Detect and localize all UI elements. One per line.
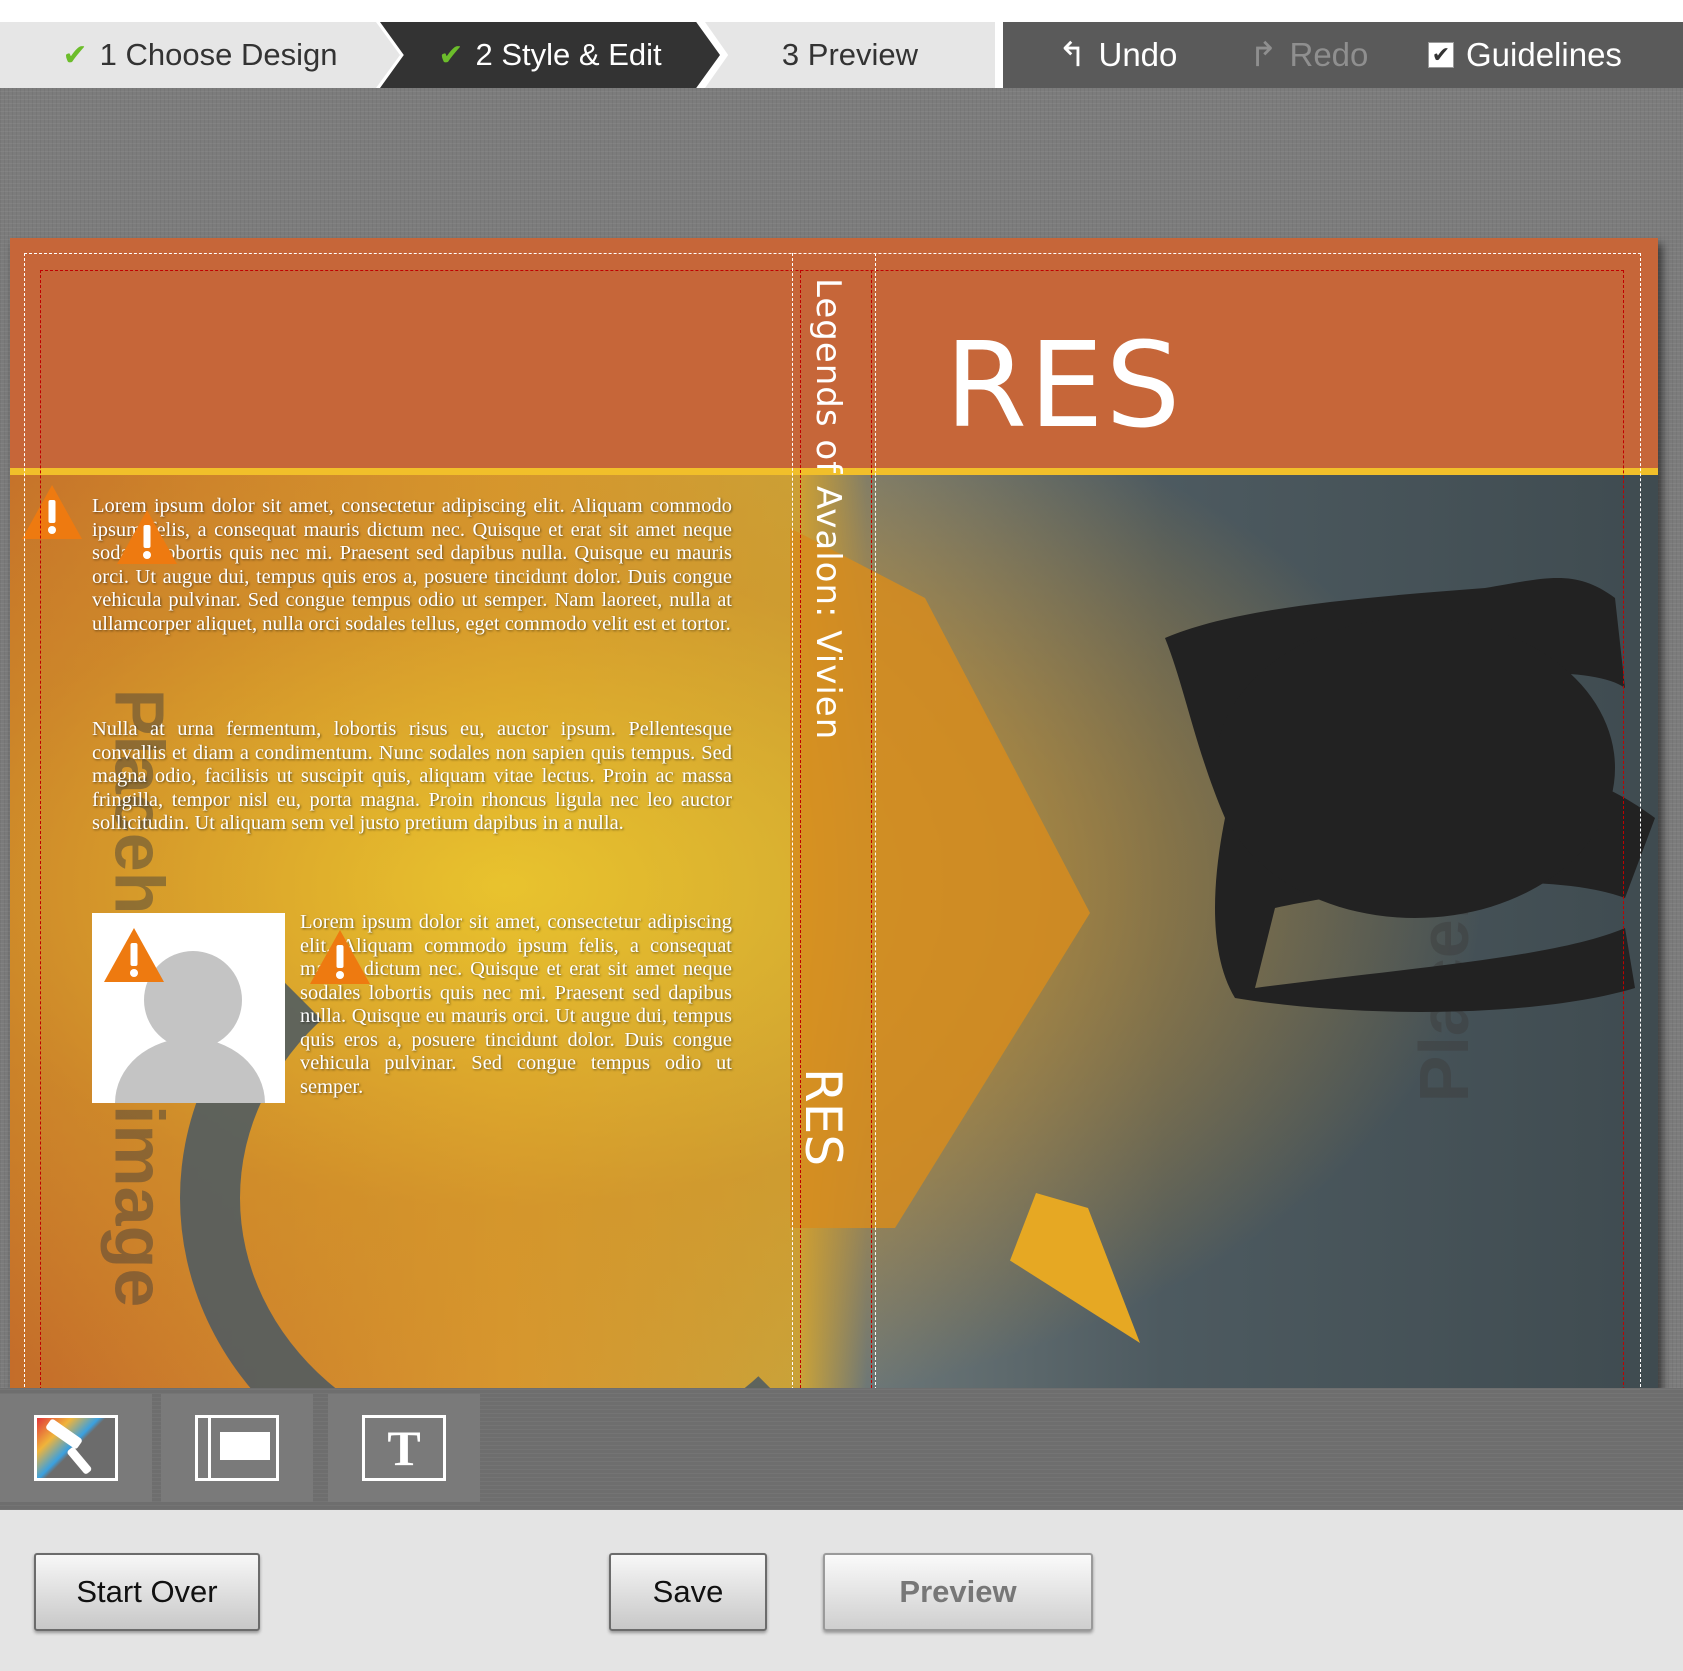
step-choose-design[interactable]: ✔ 1 Choose Design xyxy=(0,22,400,88)
start-over-button[interactable]: Start Over xyxy=(34,1553,260,1631)
redaction-scribble xyxy=(1165,578,1655,1012)
redo-label: Redo xyxy=(1289,36,1369,73)
step-number: 3 xyxy=(781,37,800,72)
warning-triangle-icon[interactable] xyxy=(115,508,179,566)
step-label: Style & Edit xyxy=(501,37,662,72)
spine-title[interactable]: Legends of Avalon: Vivien xyxy=(800,278,860,798)
spine-short-title[interactable]: RES xyxy=(794,1068,860,1218)
step-label: Choose Design xyxy=(125,37,338,72)
check-icon: ✔ xyxy=(62,37,88,73)
avatar-placeholder-body xyxy=(115,1038,265,1103)
warning-triangle-icon[interactable] xyxy=(308,928,372,986)
preview-button[interactable]: Preview xyxy=(823,1553,1093,1631)
warning-triangle-icon[interactable] xyxy=(102,926,166,984)
text-icon: T xyxy=(362,1415,446,1481)
guidelines-toggle[interactable]: ✔ Guidelines xyxy=(1428,36,1622,74)
front-cover-title[interactable]: RES xyxy=(945,316,1182,454)
wizard-steps: ✔ 1 Choose Design ✔ 2 Style & Edit 3 Pre… xyxy=(0,22,995,88)
decorative-shape xyxy=(1010,1193,1140,1343)
back-cover-paragraph[interactable]: Lorem ipsum dolor sit amet, consectetur … xyxy=(92,495,732,636)
warning-triangle-icon[interactable] xyxy=(20,483,84,541)
paint-roller-icon xyxy=(34,1415,118,1481)
step-style-edit[interactable]: ✔ 2 Style & Edit xyxy=(380,22,720,88)
undo-button[interactable]: ↰ Undo xyxy=(1058,35,1177,75)
spine-short-text: RES xyxy=(794,1068,852,1167)
layout-tool-button[interactable] xyxy=(161,1394,313,1502)
save-button[interactable]: Save xyxy=(609,1553,767,1631)
undo-arrow-icon: ↰ xyxy=(1058,35,1087,75)
guidelines-checkbox[interactable]: ✔ xyxy=(1428,42,1454,68)
redo-button[interactable]: ↱ Redo xyxy=(1249,35,1368,75)
redo-arrow-icon: ↱ xyxy=(1249,35,1278,75)
guidelines-label: Guidelines xyxy=(1466,36,1622,73)
color-tool-button[interactable] xyxy=(0,1394,152,1502)
back-cover-paragraph[interactable]: Nulla at urna fermentum, lobortis risus … xyxy=(92,718,732,836)
spine-title-text: Legends of Avalon: Vivien xyxy=(808,278,848,741)
text-icon-glyph: T xyxy=(387,1420,421,1476)
editor-toolbar: ↰ Undo ↱ Redo ✔ Guidelines xyxy=(1003,22,1683,88)
text-tool-button[interactable]: T xyxy=(328,1394,480,1502)
action-bar: Start Over Save Preview xyxy=(0,1510,1683,1671)
step-label: Preview xyxy=(807,37,919,72)
step-number: 1 xyxy=(99,37,117,72)
step-number: 2 xyxy=(475,37,493,72)
check-icon: ✔ xyxy=(438,37,464,73)
step-preview[interactable]: 3 Preview xyxy=(705,22,995,88)
undo-label: Undo xyxy=(1098,36,1178,73)
tool-palette: T xyxy=(0,1388,1683,1510)
layout-icon xyxy=(195,1415,279,1481)
book-cover[interactable]: Placeholder image Placeho RES Legends of… xyxy=(10,238,1658,1416)
design-canvas: Placeholder image Placeho RES Legends of… xyxy=(0,88,1683,1416)
